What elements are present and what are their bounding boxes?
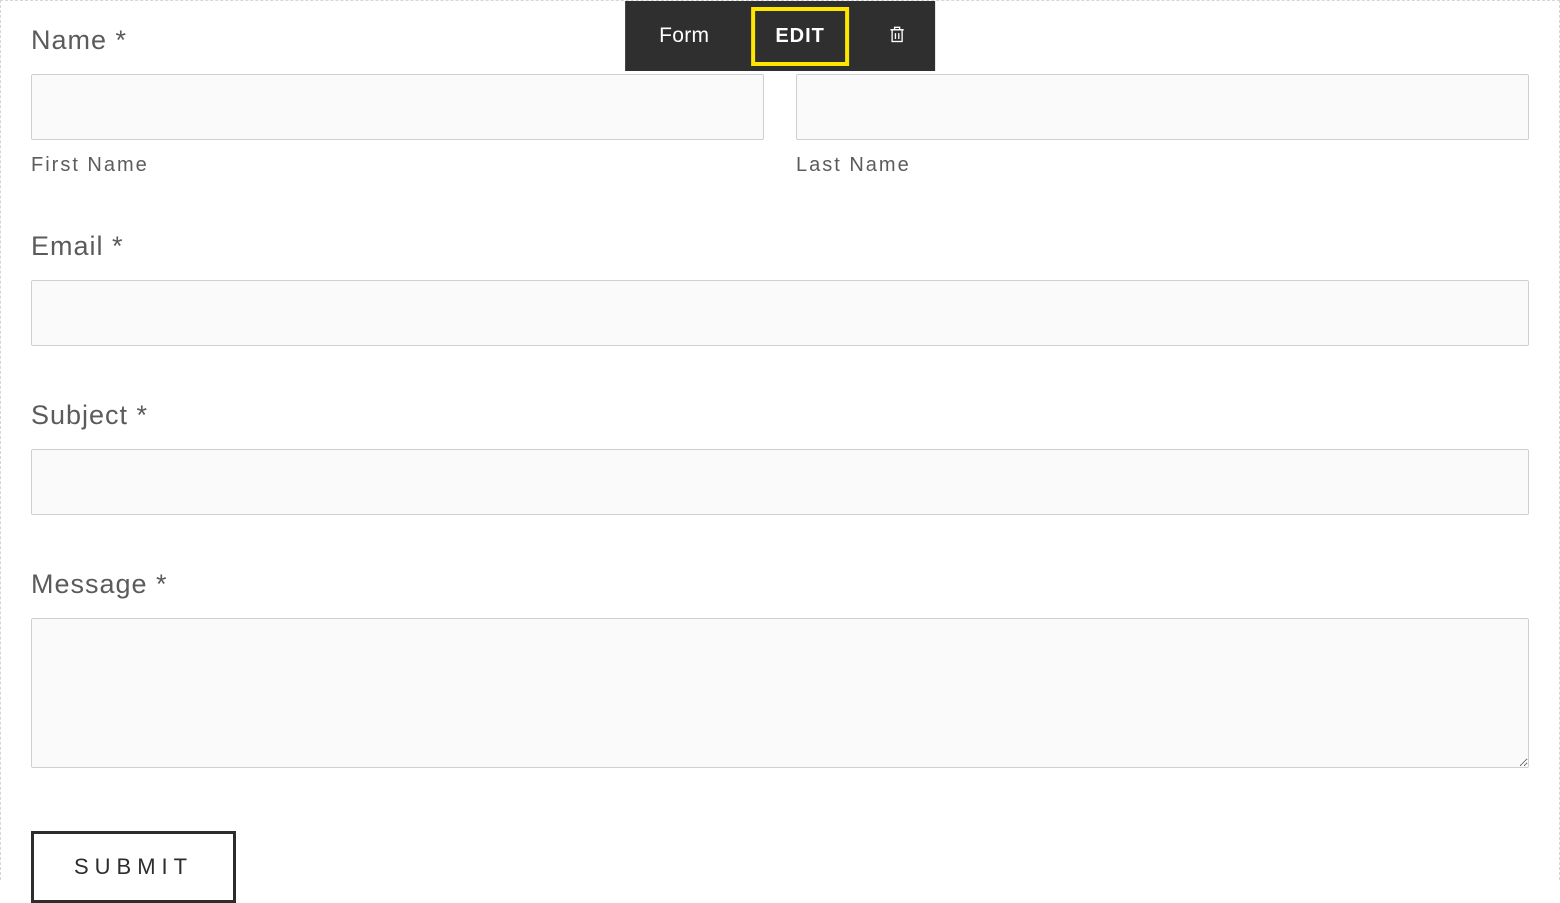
submit-button[interactable]: SUBMIT (31, 831, 236, 903)
message-textarea[interactable] (31, 618, 1529, 768)
submit-row: SUBMIT (31, 831, 1529, 903)
last-name-sublabel: Last Name (796, 154, 1529, 177)
first-name-column: First Name (31, 74, 764, 177)
subject-input[interactable] (31, 449, 1529, 515)
contact-form: Name * First Name Last Name Email * Subj… (31, 25, 1529, 903)
subject-label: Subject * (31, 400, 1529, 431)
delete-button[interactable] (887, 23, 907, 50)
last-name-column: Last Name (796, 74, 1529, 177)
email-input[interactable] (31, 280, 1529, 346)
form-editor-canvas: Form EDIT Name * First Name (0, 0, 1560, 880)
first-name-input[interactable] (31, 74, 764, 140)
email-section: Email * (31, 231, 1529, 346)
name-row: First Name Last Name (31, 74, 1529, 177)
email-label: Email * (31, 231, 1529, 262)
last-name-input[interactable] (796, 74, 1529, 140)
subject-section: Subject * (31, 400, 1529, 515)
first-name-sublabel: First Name (31, 154, 764, 177)
block-type-label: Form (659, 24, 709, 48)
message-label: Message * (31, 569, 1529, 600)
block-toolbar: Form EDIT (625, 1, 935, 71)
trash-icon (887, 23, 907, 50)
edit-button[interactable]: EDIT (751, 7, 849, 66)
message-section: Message * (31, 569, 1529, 773)
